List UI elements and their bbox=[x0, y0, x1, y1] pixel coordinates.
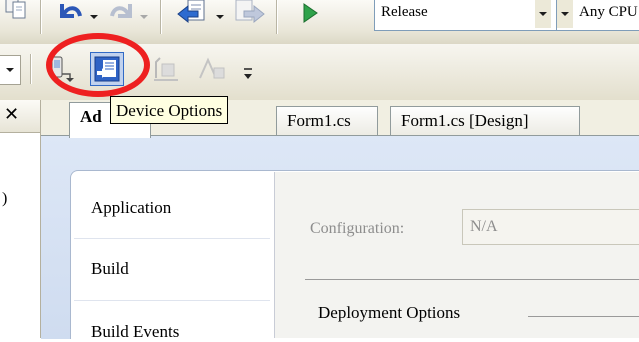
undo-dropdown-arrow[interactable] bbox=[90, 15, 98, 19]
start-debugging-icon[interactable] bbox=[300, 0, 320, 26]
solution-platform-combo[interactable]: Any CPU bbox=[556, 0, 639, 31]
redo-dropdown-arrow[interactable] bbox=[140, 15, 148, 19]
redo-icon[interactable] bbox=[108, 0, 134, 28]
section-divider bbox=[528, 316, 639, 317]
configuration-combo: N/A bbox=[462, 209, 639, 245]
deployment-options-header: Deployment Options bbox=[318, 303, 461, 322]
undo-icon[interactable] bbox=[58, 0, 84, 28]
configuration-dropdown-button[interactable] bbox=[535, 0, 551, 28]
tab-form1-cs[interactable]: Form1.cs bbox=[276, 106, 378, 136]
tab-label: Form1.cs bbox=[287, 111, 351, 130]
nav-item-application[interactable]: Application bbox=[91, 198, 171, 218]
side-tool-window-text: ) bbox=[2, 190, 8, 207]
chevron-down-icon bbox=[539, 12, 547, 16]
format-size-icon bbox=[199, 57, 225, 79]
format-size-button[interactable] bbox=[196, 52, 230, 86]
side-tool-window: ✕ ) bbox=[0, 100, 41, 338]
navigate-backward-icon[interactable] bbox=[176, 0, 210, 30]
format-align-button[interactable] bbox=[150, 52, 184, 86]
format-align-icon bbox=[154, 57, 178, 81]
navigate-backward-dropdown-arrow[interactable] bbox=[216, 15, 224, 19]
device-target-combo[interactable] bbox=[0, 55, 21, 85]
configuration-label: Configuration: bbox=[310, 220, 405, 237]
divider bbox=[305, 279, 639, 280]
side-tool-window-header: ✕ bbox=[0, 100, 40, 133]
tab-form1-design[interactable]: Form1.cs [Design] bbox=[390, 106, 580, 136]
nav-item-build-events[interactable]: Build Events bbox=[91, 322, 179, 342]
chevron-down-icon bbox=[6, 68, 14, 72]
solution-platform-value: Any CPU bbox=[579, 4, 638, 20]
properties-nav: Application Build Build Events bbox=[70, 170, 274, 341]
solution-configuration-value: Release bbox=[381, 4, 428, 20]
nav-item-build[interactable]: Build bbox=[91, 259, 129, 279]
tab-label: Ad bbox=[80, 107, 102, 126]
toolbar-overflow-icon[interactable] bbox=[243, 66, 253, 82]
tab-label: Form1.cs [Design] bbox=[401, 111, 529, 130]
close-icon[interactable]: ✕ bbox=[4, 104, 19, 125]
solution-configuration-combo[interactable]: Release bbox=[374, 0, 558, 31]
platform-dropdown-button[interactable] bbox=[557, 0, 573, 28]
copy-icon[interactable] bbox=[4, 0, 28, 24]
annotation-circle bbox=[46, 33, 150, 97]
device-options-tooltip: Device Options bbox=[110, 96, 229, 124]
chevron-down-icon bbox=[561, 12, 569, 16]
configuration-combo-value: N/A bbox=[470, 218, 498, 235]
navigate-forward-icon[interactable] bbox=[232, 0, 266, 30]
